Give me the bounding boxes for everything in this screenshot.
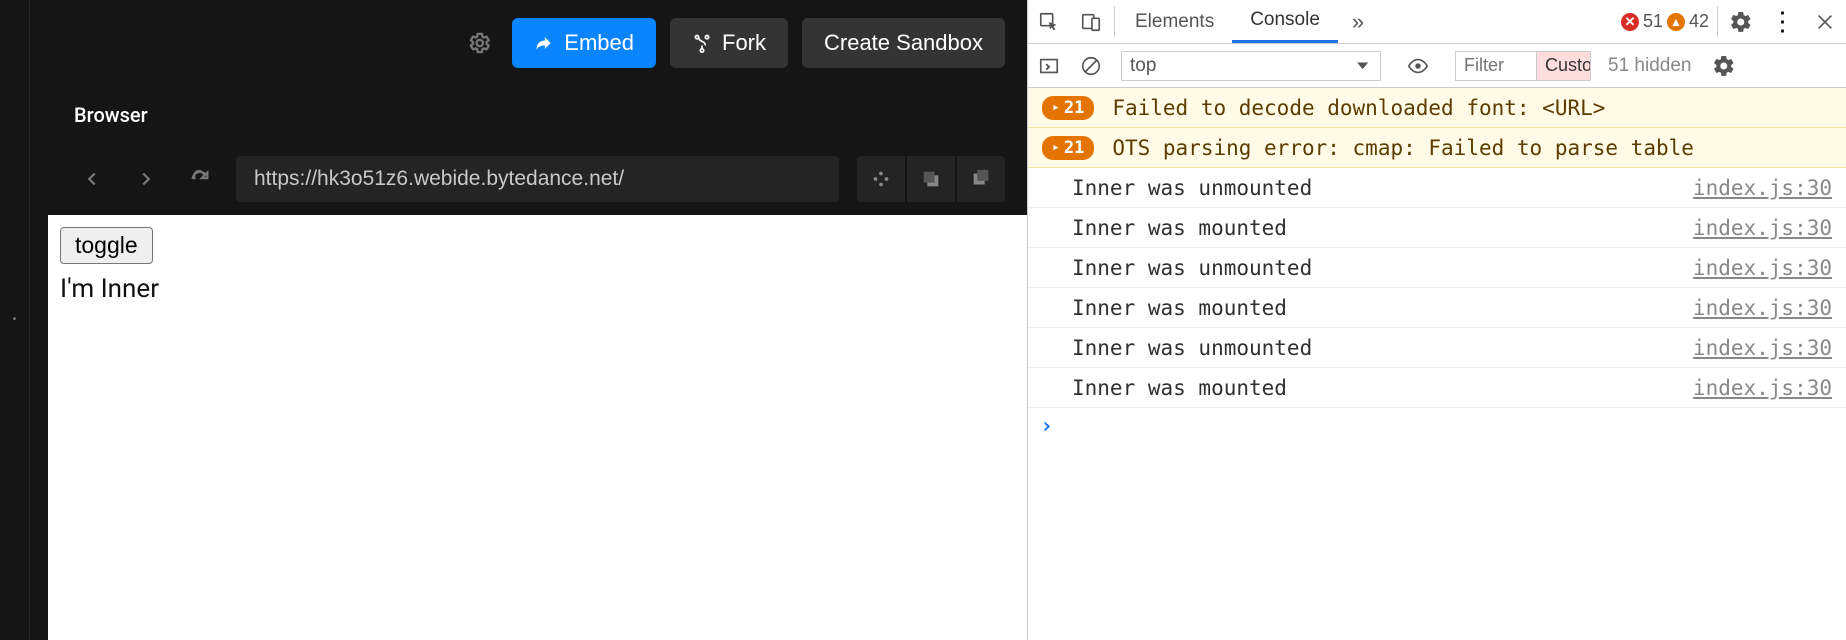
execution-context-select[interactable]: top ▼ [1121,51,1381,81]
warning-dot-icon: ▲ [1667,13,1685,31]
clear-icon [1080,55,1102,77]
fork-button[interactable]: Fork [670,18,788,68]
console-message: Inner was mounted [1072,376,1693,400]
window-icon [970,168,992,190]
console-message: Inner was unmounted [1072,336,1693,360]
inner-text: I'm Inner [60,274,1015,304]
tab-elements[interactable]: Elements [1117,0,1232,43]
console-source-link[interactable]: index.js:30 [1693,336,1832,360]
error-dot-icon: ✕ [1621,13,1639,31]
issue-counters[interactable]: ✕51 ▲42 [1615,0,1715,43]
console-filter-input[interactable] [1455,51,1537,81]
preview-frame: toggle I'm Inner [48,215,1027,640]
reload-icon [189,168,211,190]
chevron-right-icon [135,168,157,190]
gear-icon [1712,54,1736,78]
url-input[interactable] [236,156,839,202]
grid-icon [870,168,892,190]
chevron-down-icon: ▼ [1353,59,1372,72]
view-copy-button[interactable] [907,156,955,202]
console-filter-bar: top ▼ Custom levels 51 hidden [1028,44,1846,88]
console-source-link[interactable]: index.js:30 [1693,256,1832,280]
devtools-close-button[interactable] [1804,0,1846,43]
view-grid-button[interactable] [857,156,905,202]
console-source-link[interactable]: index.js:30 [1693,216,1832,240]
context-value: top [1130,55,1156,77]
kebab-icon: ⋮ [1770,6,1797,37]
error-count: 51 [1643,11,1663,32]
console-prompt[interactable]: › [1028,408,1846,445]
clear-console-button[interactable] [1070,55,1112,77]
console-output[interactable]: 21 Failed to decode downloaded font: <URL… [1028,88,1846,640]
share-arrow-icon [534,33,554,53]
embed-button[interactable]: Embed [512,18,656,68]
console-message: Inner was mounted [1072,216,1693,240]
tabs-overflow-button[interactable]: » [1338,0,1378,43]
gear-icon [1729,10,1753,34]
warning-count: 42 [1689,11,1709,32]
console-message: Failed to decode downloaded font: <URL> [1112,96,1832,120]
console-row[interactable]: 21 OTS parsing error: cmap: Failed to par… [1028,128,1846,168]
embed-label: Embed [564,30,634,56]
codesandbox-toolbar: Embed Fork Create Sandbox [30,0,1027,85]
console-row[interactable]: Inner was unmountedindex.js:30 [1028,328,1846,368]
activity-bar: · [0,0,30,640]
console-source-link[interactable]: index.js:30 [1693,376,1832,400]
console-message: Inner was unmounted [1072,256,1693,280]
fork-label: Fork [722,30,766,56]
console-message: Inner was unmounted [1072,176,1693,200]
console-row[interactable]: Inner was mountedindex.js:30 [1028,368,1846,408]
device-toggle-button[interactable] [1070,0,1112,43]
create-sandbox-button[interactable]: Create Sandbox [802,18,1005,68]
devtools-tabbar: Elements Console » ✕51 ▲42 ⋮ [1028,0,1846,44]
console-row[interactable]: Inner was mountedindex.js:30 [1028,208,1846,248]
console-row[interactable]: Inner was mountedindex.js:30 [1028,288,1846,328]
toggle-button[interactable]: toggle [60,227,153,264]
eye-icon [1407,55,1429,77]
console-source-link[interactable]: index.js:30 [1693,296,1832,320]
hidden-messages-count[interactable]: 51 hidden [1608,55,1691,77]
log-level-select[interactable]: Custom levels [1537,51,1591,81]
devtools-settings-button[interactable] [1720,0,1762,43]
devtools-menu-button[interactable]: ⋮ [1762,0,1804,43]
preferences-button[interactable] [462,25,498,61]
inspect-icon [1038,11,1060,33]
console-sidebar-toggle[interactable] [1028,55,1070,77]
nav-back-button[interactable] [74,161,110,197]
browser-address-bar [30,149,1027,209]
panel-title: Browser [30,85,1027,149]
console-source-link[interactable]: index.js:30 [1693,176,1832,200]
reload-button[interactable] [182,161,218,197]
console-message: Inner was mounted [1072,296,1693,320]
gear-icon [469,32,491,54]
message-count-pill: 21 [1042,96,1094,120]
devtools-pane: Elements Console » ✕51 ▲42 ⋮ top ▼ Custo… [1027,0,1846,640]
message-count-pill: 21 [1042,136,1094,160]
copy-icon [920,168,942,190]
console-row[interactable]: Inner was unmountedindex.js:30 [1028,168,1846,208]
console-row[interactable]: 21 Failed to decode downloaded font: <URL… [1028,88,1846,128]
tab-console[interactable]: Console [1232,0,1338,43]
nav-forward-button[interactable] [128,161,164,197]
sidebar-toggle-icon [1038,55,1060,77]
close-icon [1814,11,1836,33]
chevron-left-icon [81,168,103,190]
console-settings-button[interactable] [1703,54,1745,78]
create-sandbox-label: Create Sandbox [824,30,983,56]
device-icon [1080,11,1102,33]
fork-icon [692,33,712,53]
live-expression-button[interactable] [1397,55,1439,77]
codesandbox-pane: · Embed Fork Create Sandbox Browse [0,0,1027,640]
console-message: OTS parsing error: cmap: Failed to parse… [1112,136,1832,160]
new-window-button[interactable] [957,156,1005,202]
console-row[interactable]: Inner was unmountedindex.js:30 [1028,248,1846,288]
inspect-element-button[interactable] [1028,0,1070,43]
